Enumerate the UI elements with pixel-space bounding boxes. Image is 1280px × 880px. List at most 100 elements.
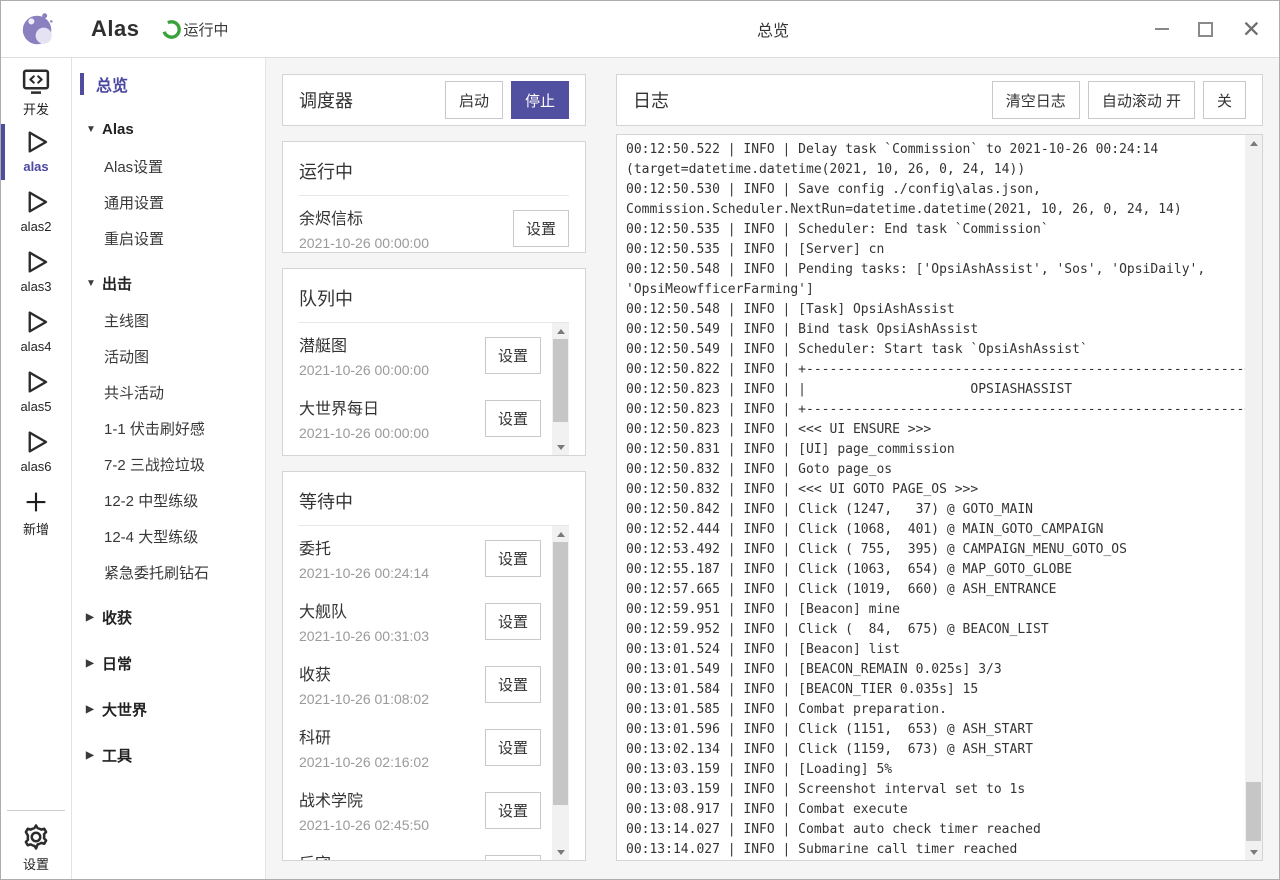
waiting-scrollbar[interactable] <box>552 526 569 860</box>
task-settings-button[interactable]: 设置 <box>485 729 541 766</box>
nav-item-label: 1-1 伏击刷好感 <box>104 418 205 439</box>
task-info: 余烬信标2021-10-26 00:00:00 <box>299 205 429 251</box>
sidebar-item-label: 开发 <box>23 99 49 118</box>
nav-item-共斗活动[interactable]: 共斗活动 <box>72 374 265 410</box>
sidebar-item-label: alas3 <box>20 279 51 294</box>
task-settings-button[interactable]: 设置 <box>485 337 541 374</box>
task-settings-button[interactable]: 设置 <box>485 603 541 640</box>
play-icon <box>21 246 51 278</box>
task-row: 短猫相接2021-10-26 00:00:00设置 <box>299 449 541 455</box>
nav-group-工具[interactable]: ▶工具 <box>72 736 265 774</box>
scrollbar-thumb[interactable] <box>553 542 568 805</box>
task-info: 潜艇图2021-10-26 00:00:00 <box>299 332 429 378</box>
nav-item-重启设置[interactable]: 重启设置 <box>72 220 265 256</box>
sidebar-item-label: alas2 <box>20 219 51 234</box>
task-settings-button[interactable]: 设置 <box>485 666 541 703</box>
task-name: 潜艇图 <box>299 332 429 356</box>
task-info: 科研2021-10-26 02:16:02 <box>299 724 429 770</box>
nav-item-紧急委托刷钻石[interactable]: 紧急委托刷钻石 <box>72 554 265 590</box>
clear-log-button[interactable]: 清空日志 <box>992 81 1080 119</box>
task-settings-button[interactable]: 设置 <box>485 855 541 861</box>
task-settings-button[interactable]: 设置 <box>485 792 541 829</box>
maximize-button[interactable] <box>1198 22 1213 37</box>
nav-item-label: 12-2 中型练级 <box>104 490 198 511</box>
sidebar-item-alas5[interactable]: alas5 <box>1 366 71 418</box>
scroll-down-icon[interactable] <box>552 844 569 860</box>
nav-item-label: 主线图 <box>104 310 149 331</box>
close-button[interactable]: ✕ <box>1242 19 1261 39</box>
task-info: 委托2021-10-26 00:24:14 <box>299 535 429 581</box>
task-name: 大世界每日 <box>299 395 429 419</box>
sidebar-item-settings[interactable]: 设置 <box>1 821 71 873</box>
scrollbar-thumb[interactable] <box>1246 782 1261 841</box>
nav-item-Alas设置[interactable]: Alas设置 <box>72 148 265 184</box>
instance-sidebar: 开发 alas alas2 alas3 alas4 alas5 alas6 新增 设置 <box>1 58 72 879</box>
task-settings-button[interactable]: 设置 <box>485 540 541 577</box>
log-scrollbar[interactable] <box>1245 135 1262 860</box>
sidebar-item-label: 新增 <box>23 519 49 538</box>
nav-group-日常[interactable]: ▶日常 <box>72 644 265 682</box>
nav-group-Alas[interactable]: ▼Alas <box>72 110 265 148</box>
chevron-right-icon: ▶ <box>86 704 102 715</box>
log-off-button[interactable]: 关 <box>1203 81 1246 119</box>
play-icon <box>21 186 51 218</box>
scroll-up-icon[interactable] <box>552 323 569 339</box>
task-name: 后宅 <box>299 850 429 860</box>
scroll-up-icon[interactable] <box>1245 135 1262 151</box>
nav-group-大世界[interactable]: ▶大世界 <box>72 690 265 728</box>
stop-button[interactable]: 停止 <box>511 81 569 119</box>
task-row: 余烬信标2021-10-26 00:00:00 设置 <box>299 196 569 252</box>
sidebar-item-label: alas5 <box>20 399 51 414</box>
nav-item-活动图[interactable]: 活动图 <box>72 338 265 374</box>
nav-group-label: Alas <box>102 121 134 138</box>
chevron-right-icon: ▶ <box>86 612 102 623</box>
running-task-list: 余烬信标2021-10-26 00:00:00 设置 <box>299 196 569 252</box>
nav-item-label: 总览 <box>96 72 128 96</box>
pending-title: 队列中 <box>299 281 569 322</box>
sidebar-item-alas3[interactable]: alas3 <box>1 246 71 298</box>
task-next-run-time: 2021-10-26 01:08:02 <box>299 691 429 707</box>
sidebar-item-label: alas6 <box>20 459 51 474</box>
nav-item-label: 通用设置 <box>104 192 164 213</box>
nav-group-收获[interactable]: ▶收获 <box>72 598 265 636</box>
sidebar-item-alas2[interactable]: alas2 <box>1 186 71 238</box>
nav-item-通用设置[interactable]: 通用设置 <box>72 184 265 220</box>
nav-item-12-2 中型练级[interactable]: 12-2 中型练级 <box>72 482 265 518</box>
sidebar-item-alas4[interactable]: alas4 <box>1 306 71 358</box>
autoscroll-toggle-button[interactable]: 自动滚动 开 <box>1088 81 1195 119</box>
sidebar-item-alas[interactable]: alas <box>1 126 71 178</box>
app-title: Alas <box>91 16 139 42</box>
gear-icon <box>21 821 51 853</box>
minimize-button[interactable] <box>1155 28 1169 30</box>
sidebar-item-新增[interactable]: 新增 <box>1 486 71 538</box>
sidebar-item-alas6[interactable]: alas6 <box>1 426 71 478</box>
nav-item-主线图[interactable]: 主线图 <box>72 302 265 338</box>
pending-card: 队列中 潜艇图2021-10-26 00:00:00设置大世界每日2021-10… <box>282 268 586 456</box>
task-next-run-time: 2021-10-26 00:00:00 <box>299 425 429 441</box>
nav-item-7-2 三战捡垃圾[interactable]: 7-2 三战捡垃圾 <box>72 446 265 482</box>
sidebar-item-label: alas4 <box>20 339 51 354</box>
nav-group-出击[interactable]: ▼出击 <box>72 264 265 302</box>
nav-item-1-1 伏击刷好感[interactable]: 1-1 伏击刷好感 <box>72 410 265 446</box>
play-icon <box>21 306 51 338</box>
sidebar-divider <box>7 810 65 811</box>
pending-task-list: 潜艇图2021-10-26 00:00:00设置大世界每日2021-10-26 … <box>299 323 569 455</box>
pending-scrollbar[interactable] <box>552 323 569 455</box>
nav-item-12-4 大型练级[interactable]: 12-4 大型练级 <box>72 518 265 554</box>
scroll-up-icon[interactable] <box>552 526 569 542</box>
scroll-down-icon[interactable] <box>1245 844 1262 860</box>
sidebar-item-开发[interactable]: 开发 <box>1 66 71 118</box>
start-button[interactable]: 启动 <box>445 81 503 119</box>
menu-panel: 总览 ▼AlasAlas设置通用设置重启设置 ▼出击主线图活动图共斗活动 1-1 伏击… <box>72 58 266 879</box>
task-settings-button[interactable]: 设置 <box>485 400 541 437</box>
nav-group-label: 大世界 <box>102 699 147 720</box>
nav-item-label: 紧急委托刷钻石 <box>104 562 209 583</box>
scroll-down-icon[interactable] <box>552 439 569 455</box>
task-row: 后宅2021-10-26 04:19:27设置 <box>299 841 541 860</box>
running-spinner-icon <box>161 19 182 40</box>
task-settings-button[interactable]: 设置 <box>513 210 569 247</box>
log-column: 日志 清空日志 自动滚动 开 关 00:12:50.522 | INFO | D… <box>601 58 1279 879</box>
nav-item-总览[interactable]: 总览 <box>72 66 265 102</box>
plus-icon <box>21 486 51 518</box>
scrollbar-thumb[interactable] <box>553 339 568 422</box>
